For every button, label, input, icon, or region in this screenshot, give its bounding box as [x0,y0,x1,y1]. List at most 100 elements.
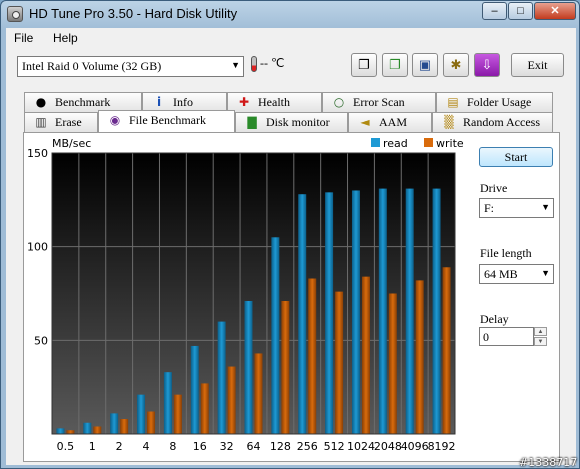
maximize-button[interactable]: □ [508,2,533,20]
drive-dropdown[interactable]: F: ▼ [479,198,554,218]
menu-file[interactable]: File [14,31,33,45]
bar-read [190,345,199,434]
x-tick-label: 32 [220,440,234,453]
tab-random-access[interactable]: ▒ Random Access [432,112,553,132]
app-icon[interactable] [7,6,23,22]
speaker-icon: ◄ [360,115,370,129]
tab-folder-usage[interactable]: ▤ Folder Usage [436,92,553,112]
delay-value: 0 [483,330,489,344]
bar-write [415,280,424,434]
download-icon: ⇩ [481,57,493,72]
random-access-icon: ▒ [444,115,454,129]
bar-read [244,300,253,434]
tabs-bottom-row: ▥ Erase ◉ File Benchmark ▇ Disk monitor ◄ AA… [24,110,553,132]
bar-read [298,194,307,434]
tab-health[interactable]: ✚ Health [227,92,322,112]
close-button[interactable]: ✕ [534,2,576,20]
tab-benchmark[interactable]: ● Benchmark [24,92,142,112]
chart-area: 50 100 150 MB/sec read write 0.5 1 2 4 8 16 32 64 128 2… [24,133,464,463]
bar-write [281,300,290,434]
y-tick-label: 100 [27,241,48,254]
bar-write [120,419,129,434]
spin-down-button[interactable]: ▼ [534,337,547,346]
legend-swatch-write [424,138,433,147]
bar-write [200,383,209,434]
bar-read [325,192,334,434]
options-button[interactable]: ✱ [443,53,469,77]
bar-read [271,237,280,434]
temperature-value: -- ℃ [260,56,285,70]
bar-write [335,291,344,434]
x-tick-label: 256 [297,440,318,453]
benchmark-chart: 50 100 150 MB/sec read write 0.5 1 2 4 8 16 32 64 128 2… [27,137,464,453]
menu-bar: File Help [6,28,576,48]
bar-write [388,293,397,434]
chevron-down-icon: ▼ [541,202,550,212]
exit-button[interactable]: Exit [511,53,564,77]
file-benchmark-icon: ◉ [109,113,121,127]
tabs-top-row: ● Benchmark i Info ✚ Health ○ Error Scan ▤ Fo… [24,92,553,112]
download-button[interactable]: ⇩ [474,53,500,77]
thermometer-icon [251,56,257,73]
disk-monitor-icon: ▇ [247,115,257,129]
bar-read [163,372,172,434]
app-window: HD Tune Pro 3.50 - Hard Disk Utility – □… [0,0,580,469]
bar-read [351,190,360,434]
bar-read [56,428,65,434]
x-tick-label: 4 [143,440,150,453]
bar-write [442,267,451,434]
copy-info-button[interactable]: ❐ [351,53,377,77]
drive-select-value: Intel Raid 0 Volume (32 GB) [22,59,162,73]
chevron-down-icon: ▼ [541,268,550,278]
drive-dropdown-value: F: [484,201,495,215]
save-button[interactable]: ▣ [412,53,438,77]
options-icon: ✱ [450,57,462,72]
bar-write [227,366,236,434]
bar-read [217,321,226,434]
tab-erase[interactable]: ▥ Erase [24,112,98,132]
x-tick-label: 2048 [374,440,402,453]
trash-icon: ▥ [35,115,47,129]
tab-info[interactable]: i Info [142,92,227,112]
file-length-dropdown[interactable]: 64 MB ▼ [479,264,554,284]
watermark-text: #1338717 [519,456,578,469]
spin-up-button[interactable]: ▲ [534,327,547,336]
tab-file-benchmark[interactable]: ◉ File Benchmark [98,110,235,132]
y-tick-label: 50 [34,334,48,347]
chevron-down-icon: ▼ [231,60,240,70]
start-button[interactable]: Start [479,147,553,167]
lightbulb-icon: ● [35,95,47,109]
x-tick-label: 8 [169,440,176,453]
tab-error-scan[interactable]: ○ Error Scan [322,92,436,112]
folder-icon: ▤ [447,95,459,109]
x-tick-label: 2 [116,440,123,453]
x-tick-label: 1024 [347,440,375,453]
x-tick-label: 64 [247,440,261,453]
client-area: File Help Intel Raid 0 Volume (32 GB) ▼ … [6,28,576,465]
tab-disk-monitor[interactable]: ▇ Disk monitor [235,112,348,132]
x-tick-label: 512 [324,440,345,453]
copy-info-icon: ❐ [358,57,370,72]
x-tick-label: 4096 [401,440,429,453]
y-axis-label: MB/sec [52,137,91,150]
file-length-value: 64 MB [484,267,518,281]
title-bar[interactable]: HD Tune Pro 3.50 - Hard Disk Utility – □… [1,1,579,27]
x-tick-label: 16 [193,440,207,453]
legend-swatch-read [371,138,380,147]
bar-read [83,422,92,434]
legend-label-read: read [383,137,408,150]
bar-read [110,413,119,434]
delay-input[interactable]: 0 [479,327,534,346]
x-tick-label: 0.5 [57,440,75,453]
bar-write [93,426,102,434]
magnifier-icon: ○ [333,95,345,109]
bar-read [137,394,146,434]
copy-screenshot-icon: ❐ [389,57,401,72]
bar-read [405,188,414,434]
minimize-button[interactable]: – [482,2,507,20]
menu-help[interactable]: Help [53,31,78,45]
bar-read [378,188,387,434]
drive-select[interactable]: Intel Raid 0 Volume (32 GB) ▼ [17,56,244,77]
copy-screenshot-button[interactable]: ❐ [382,53,408,77]
tab-aam[interactable]: ◄ AAM [348,112,432,132]
